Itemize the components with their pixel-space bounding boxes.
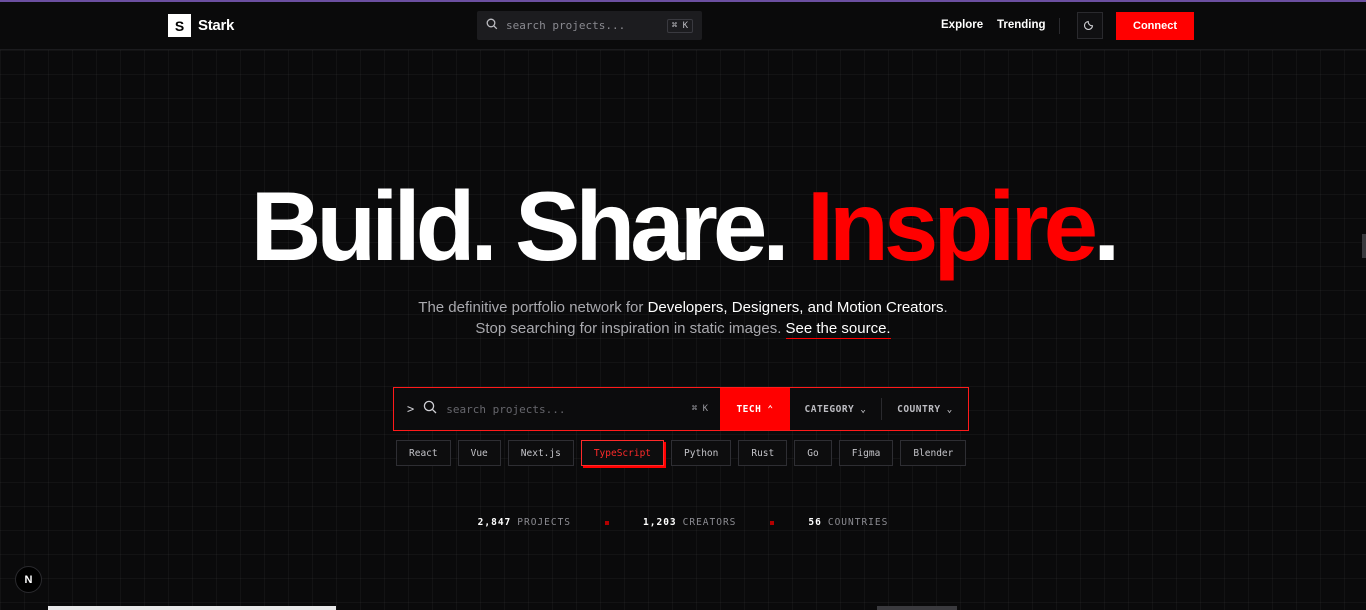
nav-explore[interactable]: Explore [941,19,983,31]
stat-projects-label: PROJECTS [517,517,572,528]
bottom-scroll-indicator-secondary [877,606,957,610]
stat-countries-label: COUNTRIES [827,517,889,528]
see-source-link[interactable]: See the source. [785,320,891,339]
filter-country[interactable]: COUNTRY ⌄ [882,388,968,430]
stat-countries-value: 56 [808,517,822,528]
logo-text: Stark [198,17,235,34]
stat-creators-label: CREATORS [682,517,737,528]
subtitle-period: . [943,299,948,316]
header-search[interactable]: ⌘ K [477,11,702,40]
subtitle-audience: Developers, Designers, and Motion Creato… [647,299,944,316]
search-shortcut-hint: ⌘ K [691,404,708,414]
stats-row: 2,847 PROJECTS 1,203 CREATORS 56 COUNTRI… [0,517,1366,528]
filter-label: CATEGORY [804,403,855,415]
chip-python[interactable]: Python [671,440,732,466]
filter-tech[interactable]: TECH ⌃ [720,388,790,430]
moon-icon [1084,18,1096,33]
chip-vue[interactable]: Vue [457,440,501,466]
filter-label: TECH [736,403,762,415]
tech-chips: React Vue Next.js TypeScript Python Rust… [396,440,967,466]
main-searchbar: > ⌘ K TECH ⌃ CATEGORY ⌄ COUNTRY ⌄ [393,387,969,431]
stat-projects-value: 2,847 [477,517,512,528]
chip-blender[interactable]: Blender [900,440,967,466]
filter-label: COUNTRY [897,403,941,415]
prompt-symbol: > [407,402,415,416]
chip-figma[interactable]: Figma [838,440,894,466]
stat-separator [605,520,610,525]
nextjs-dev-badge[interactable]: N [15,566,42,593]
chip-rust[interactable]: Rust [738,440,788,466]
hero-subtitle-line1: The definitive portfolio network for Dev… [0,299,1366,316]
chevron-down-icon: ⌄ [860,403,867,415]
subtitle-text: Stop searching for inspiration in static… [475,320,786,337]
site-header: S Stark ⌘ K Explore Trending Connect [0,2,1366,50]
chip-typescript[interactable]: TypeScript [580,440,665,466]
chip-react[interactable]: React [396,440,451,466]
stat-creators-value: 1,203 [643,517,677,528]
logo-link[interactable]: S Stark [168,14,234,37]
hero-title-end: . [1093,171,1120,281]
logo-mark: S [168,14,191,37]
connect-button[interactable]: Connect [1116,12,1194,40]
hero-title: Build. Share. Inspire. [0,176,1366,276]
stat-separator [770,520,775,525]
bottom-scroll-indicator [48,606,336,610]
main-search-input[interactable] [446,402,667,416]
hero-title-highlight: Inspire [806,171,1098,281]
chevron-down-icon: ⌄ [946,403,953,415]
header-divider [1059,18,1060,34]
theme-toggle-button[interactable] [1077,12,1103,39]
chip-nextjs[interactable]: Next.js [507,440,574,466]
hero-subtitle-line2: Stop searching for inspiration in static… [0,320,1366,339]
subtitle-text: The definitive portfolio network for [418,299,648,316]
header-search-input[interactable] [506,19,656,32]
filter-category[interactable]: CATEGORY ⌄ [790,398,882,420]
scrollbar-thumb[interactable] [1362,234,1366,258]
nav-trending[interactable]: Trending [997,19,1046,31]
searchbar-input-area[interactable]: > ⌘ K [394,388,720,430]
hero-title-part: Build. Share. [250,171,807,281]
search-icon [486,17,498,35]
search-shortcut-hint: ⌘ K [666,18,693,33]
chip-go[interactable]: Go [794,440,832,466]
search-icon [423,400,437,419]
chevron-up-icon: ⌃ [767,403,774,415]
